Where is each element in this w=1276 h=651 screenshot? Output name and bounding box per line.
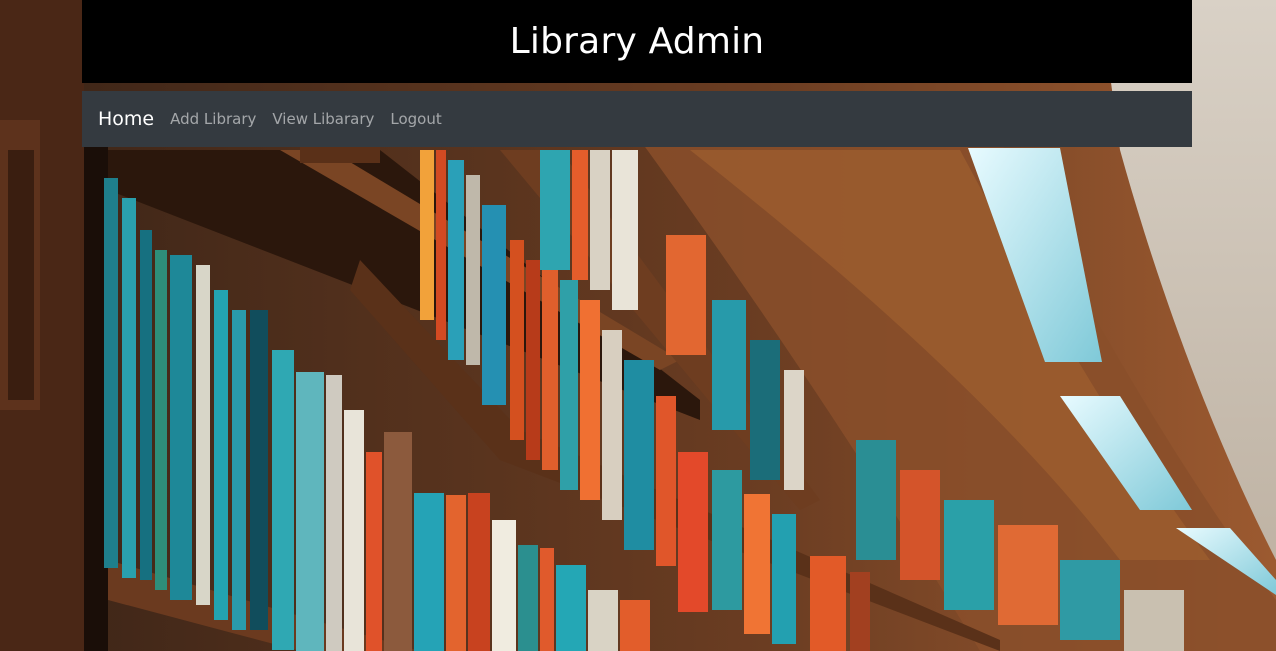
navbar: Home Add Library View Libarary Logout	[82, 91, 1192, 147]
nav-view-library-link[interactable]: View Libarary	[264, 110, 382, 128]
nav-logout-link[interactable]: Logout	[382, 110, 449, 128]
nav-home-link[interactable]: Home	[98, 108, 154, 130]
page-header: Library Admin	[82, 0, 1192, 83]
nav-add-library-link[interactable]: Add Library	[162, 110, 264, 128]
page-title: Library Admin	[509, 21, 765, 62]
